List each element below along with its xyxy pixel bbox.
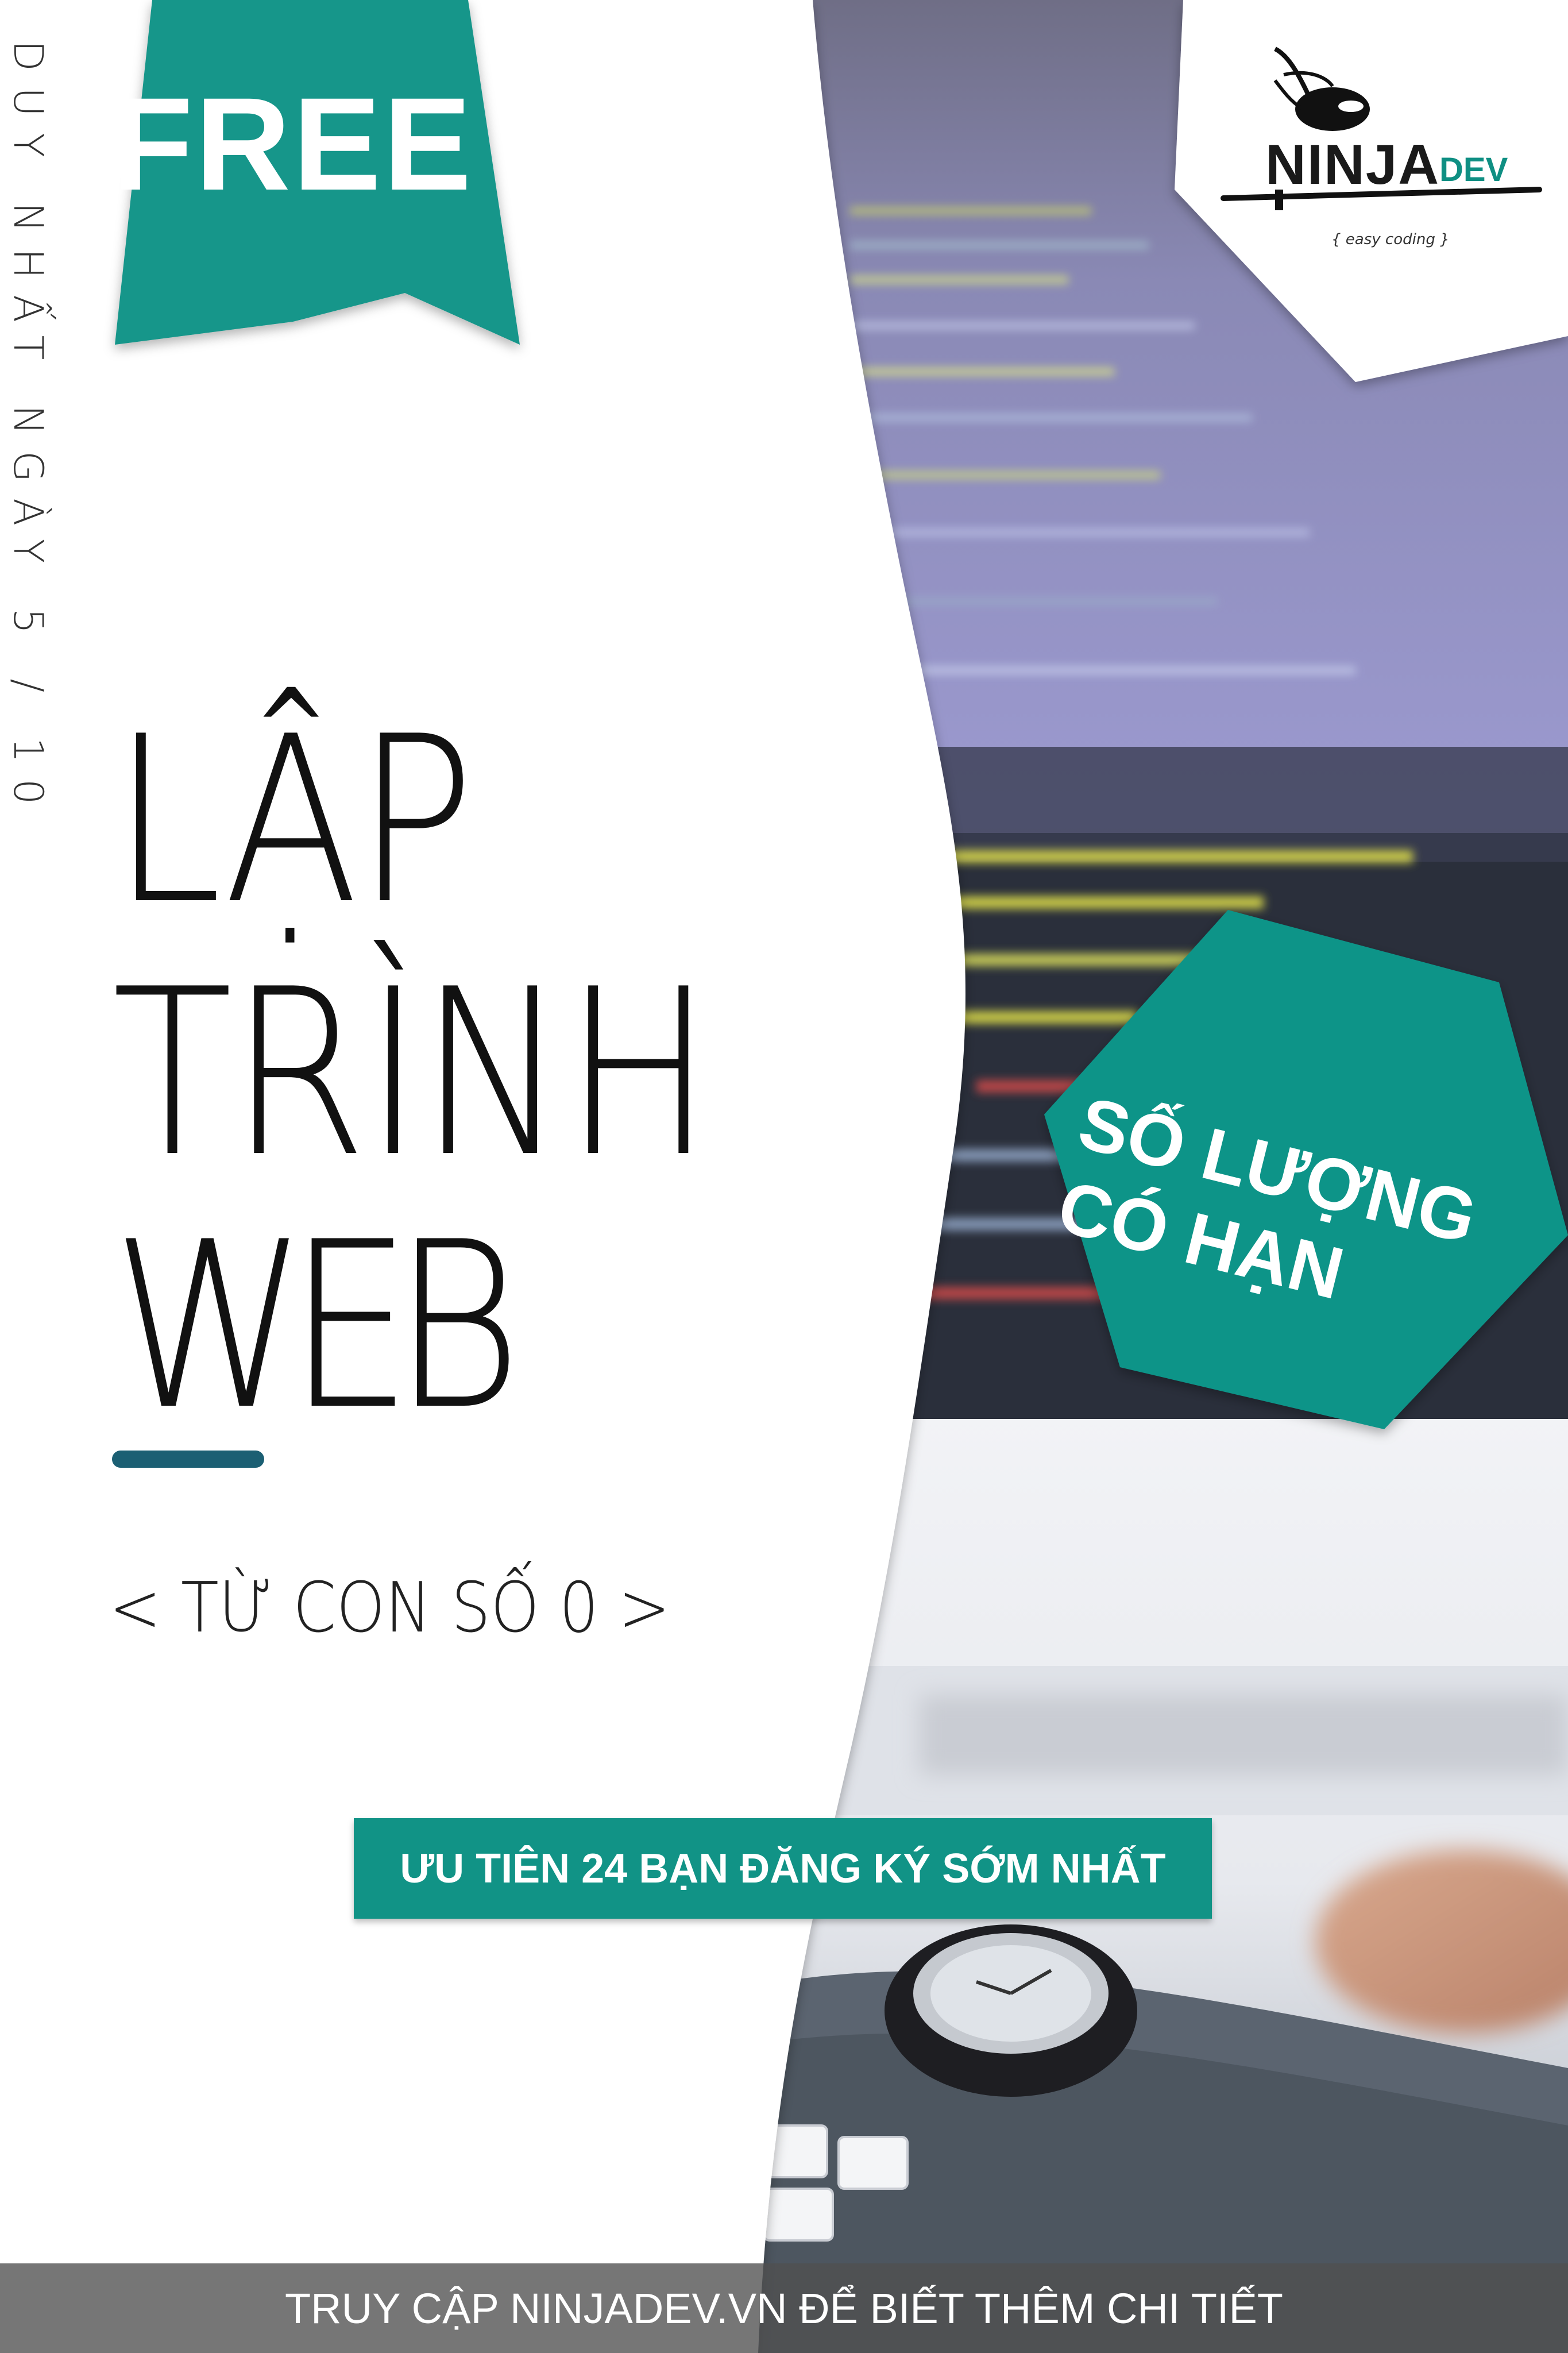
logo-suffix: DEV [1439,151,1508,188]
free-badge-label: FREE [112,70,474,218]
footer-bar: TRUY CẬP NINJADEV.VN ĐỂ BIẾT THÊM CHI TI… [0,2263,1568,2353]
priority-register-button[interactable]: ƯU TIÊN 24 BẠN ĐĂNG KÝ SỚM NHẤT [354,1818,1212,1919]
footer-link[interactable]: TRUY CẬP NINJADEV.VN ĐỂ BIẾT THÊM CHI TI… [285,2284,1283,2333]
subtitle: < TỪ CON SỐ 0 > [109,1568,671,1648]
title-line-1: LẬP [112,688,475,955]
title-line-3: WEB [112,1193,522,1460]
title-underline [112,1451,264,1468]
side-date-text: DUY NHẤT NGÀY 5 / 10 [5,40,52,821]
logo-word: NINJA [1265,133,1440,196]
page-title: LẬP TRÌNH WEB [112,688,713,1460]
title-line-2: TRÌNH [112,940,713,1208]
poster: DUY NHẤT NGÀY 5 / 10 FREE NINJA DEV { ea… [0,0,1568,2353]
logo-tagline: { easy coding } [1331,231,1450,248]
ninjadev-logo[interactable]: NINJA DEV { easy coding } [1183,23,1562,264]
